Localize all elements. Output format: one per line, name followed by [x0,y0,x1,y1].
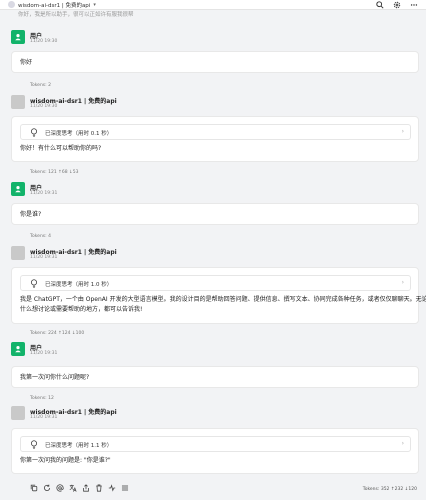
avatar [11,95,25,109]
message-text: 你第一次问我的问题是: "你是谁?" [20,457,111,464]
thinking-toggle[interactable]: 已深度思考（用时 1.0 秒） › [20,275,411,291]
message-text-line: 什么想讨论或需要帮助的地方，都可以告诉我! [20,306,143,313]
message-time: 11/20 19:30 [30,39,58,44]
chevron-down-icon: ▾ [93,1,96,8]
message-text: 你好！有什么可以帮助你的吗? [20,145,102,152]
avatar [11,342,25,356]
top-bar: wisdom-ai-dsr1 | 免费的api ▾ [0,0,426,10]
mention-icon[interactable] [56,484,64,492]
token-count: Tokens: 224 ↑124 ↓100 [30,331,85,336]
message-bubble: 你是谁? [11,203,419,225]
total-token-count: Tokens: 352 ↑232 ↓120 [362,487,417,492]
refresh-icon[interactable] [43,484,51,492]
message-bubble: 已深度思考（用时 0.1 秒） › 你好！有什么可以帮助你的吗? [11,116,419,162]
message-time: 11/20 19:31 [30,415,58,420]
message-bubble: 你好 [11,51,419,73]
token-count: Tokens: 121 ↑68 ↓53 [30,170,79,175]
message-text: 我第一次问你什么问题呢? [20,374,90,381]
gear-icon[interactable] [393,1,401,9]
lightbulb-icon [31,128,37,137]
more-icon[interactable] [410,1,418,9]
lightbulb-icon [31,440,37,449]
thinking-toggle[interactable]: 已深度思考（用时 1.1 秒） › [20,436,411,452]
message-time: 11/20 19:31 [30,255,58,260]
model-label: wisdom-ai-dsr1 | 免费的api [18,2,91,9]
message-text: 你好 [20,59,33,66]
copy-icon[interactable] [30,484,38,492]
thinking-label: 已深度思考（用时 1.0 秒） [45,282,113,288]
token-count: Tokens: 4 [30,234,51,239]
translate-icon[interactable] [69,484,77,492]
token-count: Tokens: 2 [30,83,51,88]
chevron-right-icon: › [401,279,404,286]
avatar [11,406,25,420]
avatar [11,182,25,196]
thinking-label: 已深度思考（用时 0.1 秒） [45,131,113,137]
search-icon[interactable] [376,0,384,9]
share-icon[interactable] [82,484,90,492]
partial-message-text: 你好，我是所以助手，很可以正如许有服我很帮 [18,12,134,17]
message-text: 你是谁? [20,211,42,218]
message-text-line: 我是 ChatGPT，一个由 OpenAI 开发的大型语言模型。我的设计目的是帮… [20,296,426,303]
delete-icon[interactable] [95,484,103,492]
message-bubble: 已深度思考（用时 1.0 秒） › 我是 ChatGPT，一个由 OpenAI … [11,267,426,324]
message-bubble: 已深度思考（用时 1.1 秒） › 你第一次问我的问题是: "你是谁?" [11,428,419,474]
thinking-label: 已深度思考（用时 1.1 秒） [45,443,113,449]
message-time: 11/20 19:31 [30,351,58,356]
token-count: Tokens: 12 [30,396,54,401]
avatar [11,246,25,260]
model-logo-icon [8,1,15,8]
user-icon [15,186,21,193]
lightbulb-icon [31,279,37,288]
message-action-bar: Tokens: 352 ↑232 ↓120 [0,478,426,500]
chevron-right-icon: › [401,128,404,135]
avatar [11,30,25,44]
thinking-toggle[interactable]: 已深度思考（用时 0.1 秒） › [20,124,411,140]
message-time: 11/20 19:30 [30,104,58,109]
chevron-right-icon: › [401,440,404,447]
user-icon [15,346,21,353]
message-time: 11/20 19:31 [30,191,58,196]
message-bubble: 我第一次问你什么问题呢? [11,366,419,388]
menu-icon[interactable] [121,484,129,492]
model-selector[interactable]: wisdom-ai-dsr1 | 免费的api ▾ [8,1,96,9]
split-icon[interactable] [108,484,116,492]
user-icon [15,34,21,41]
